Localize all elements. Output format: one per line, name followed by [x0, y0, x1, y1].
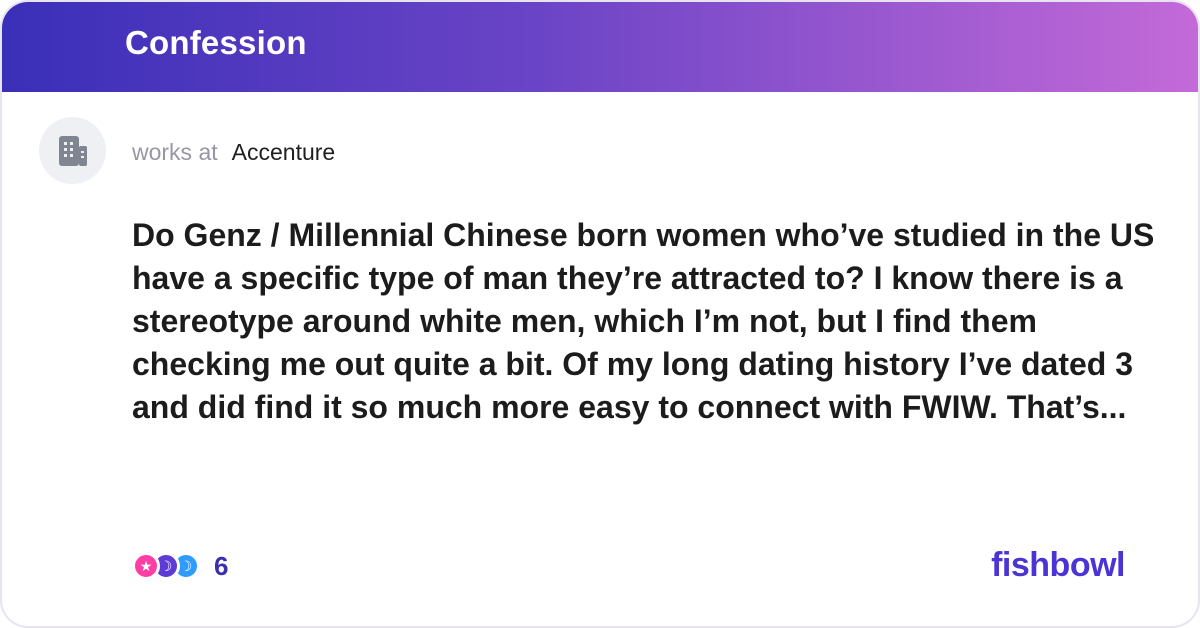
reactions-summary[interactable]: ★ ☽ ☽ 6: [132, 550, 228, 582]
reaction-count: 6: [214, 550, 229, 581]
company-avatar[interactable]: [39, 117, 106, 184]
confession-card: Confession works at Accenture Do Genz / …: [0, 0, 1200, 628]
card-header: Confession: [2, 2, 1198, 92]
star-reaction-icon: ★: [132, 552, 160, 580]
header-title: Confession: [125, 24, 307, 61]
fishbowl-logo[interactable]: fishbowl: [991, 546, 1125, 585]
author-byline: works at Accenture: [132, 139, 335, 166]
works-at-label: works at: [132, 139, 218, 165]
post-text[interactable]: Do Genz / Millennial Chinese born women …: [132, 214, 1162, 429]
reaction-icons: ★ ☽ ☽: [132, 550, 200, 582]
building-icon: [58, 135, 87, 166]
company-link[interactable]: Accenture: [232, 139, 336, 166]
